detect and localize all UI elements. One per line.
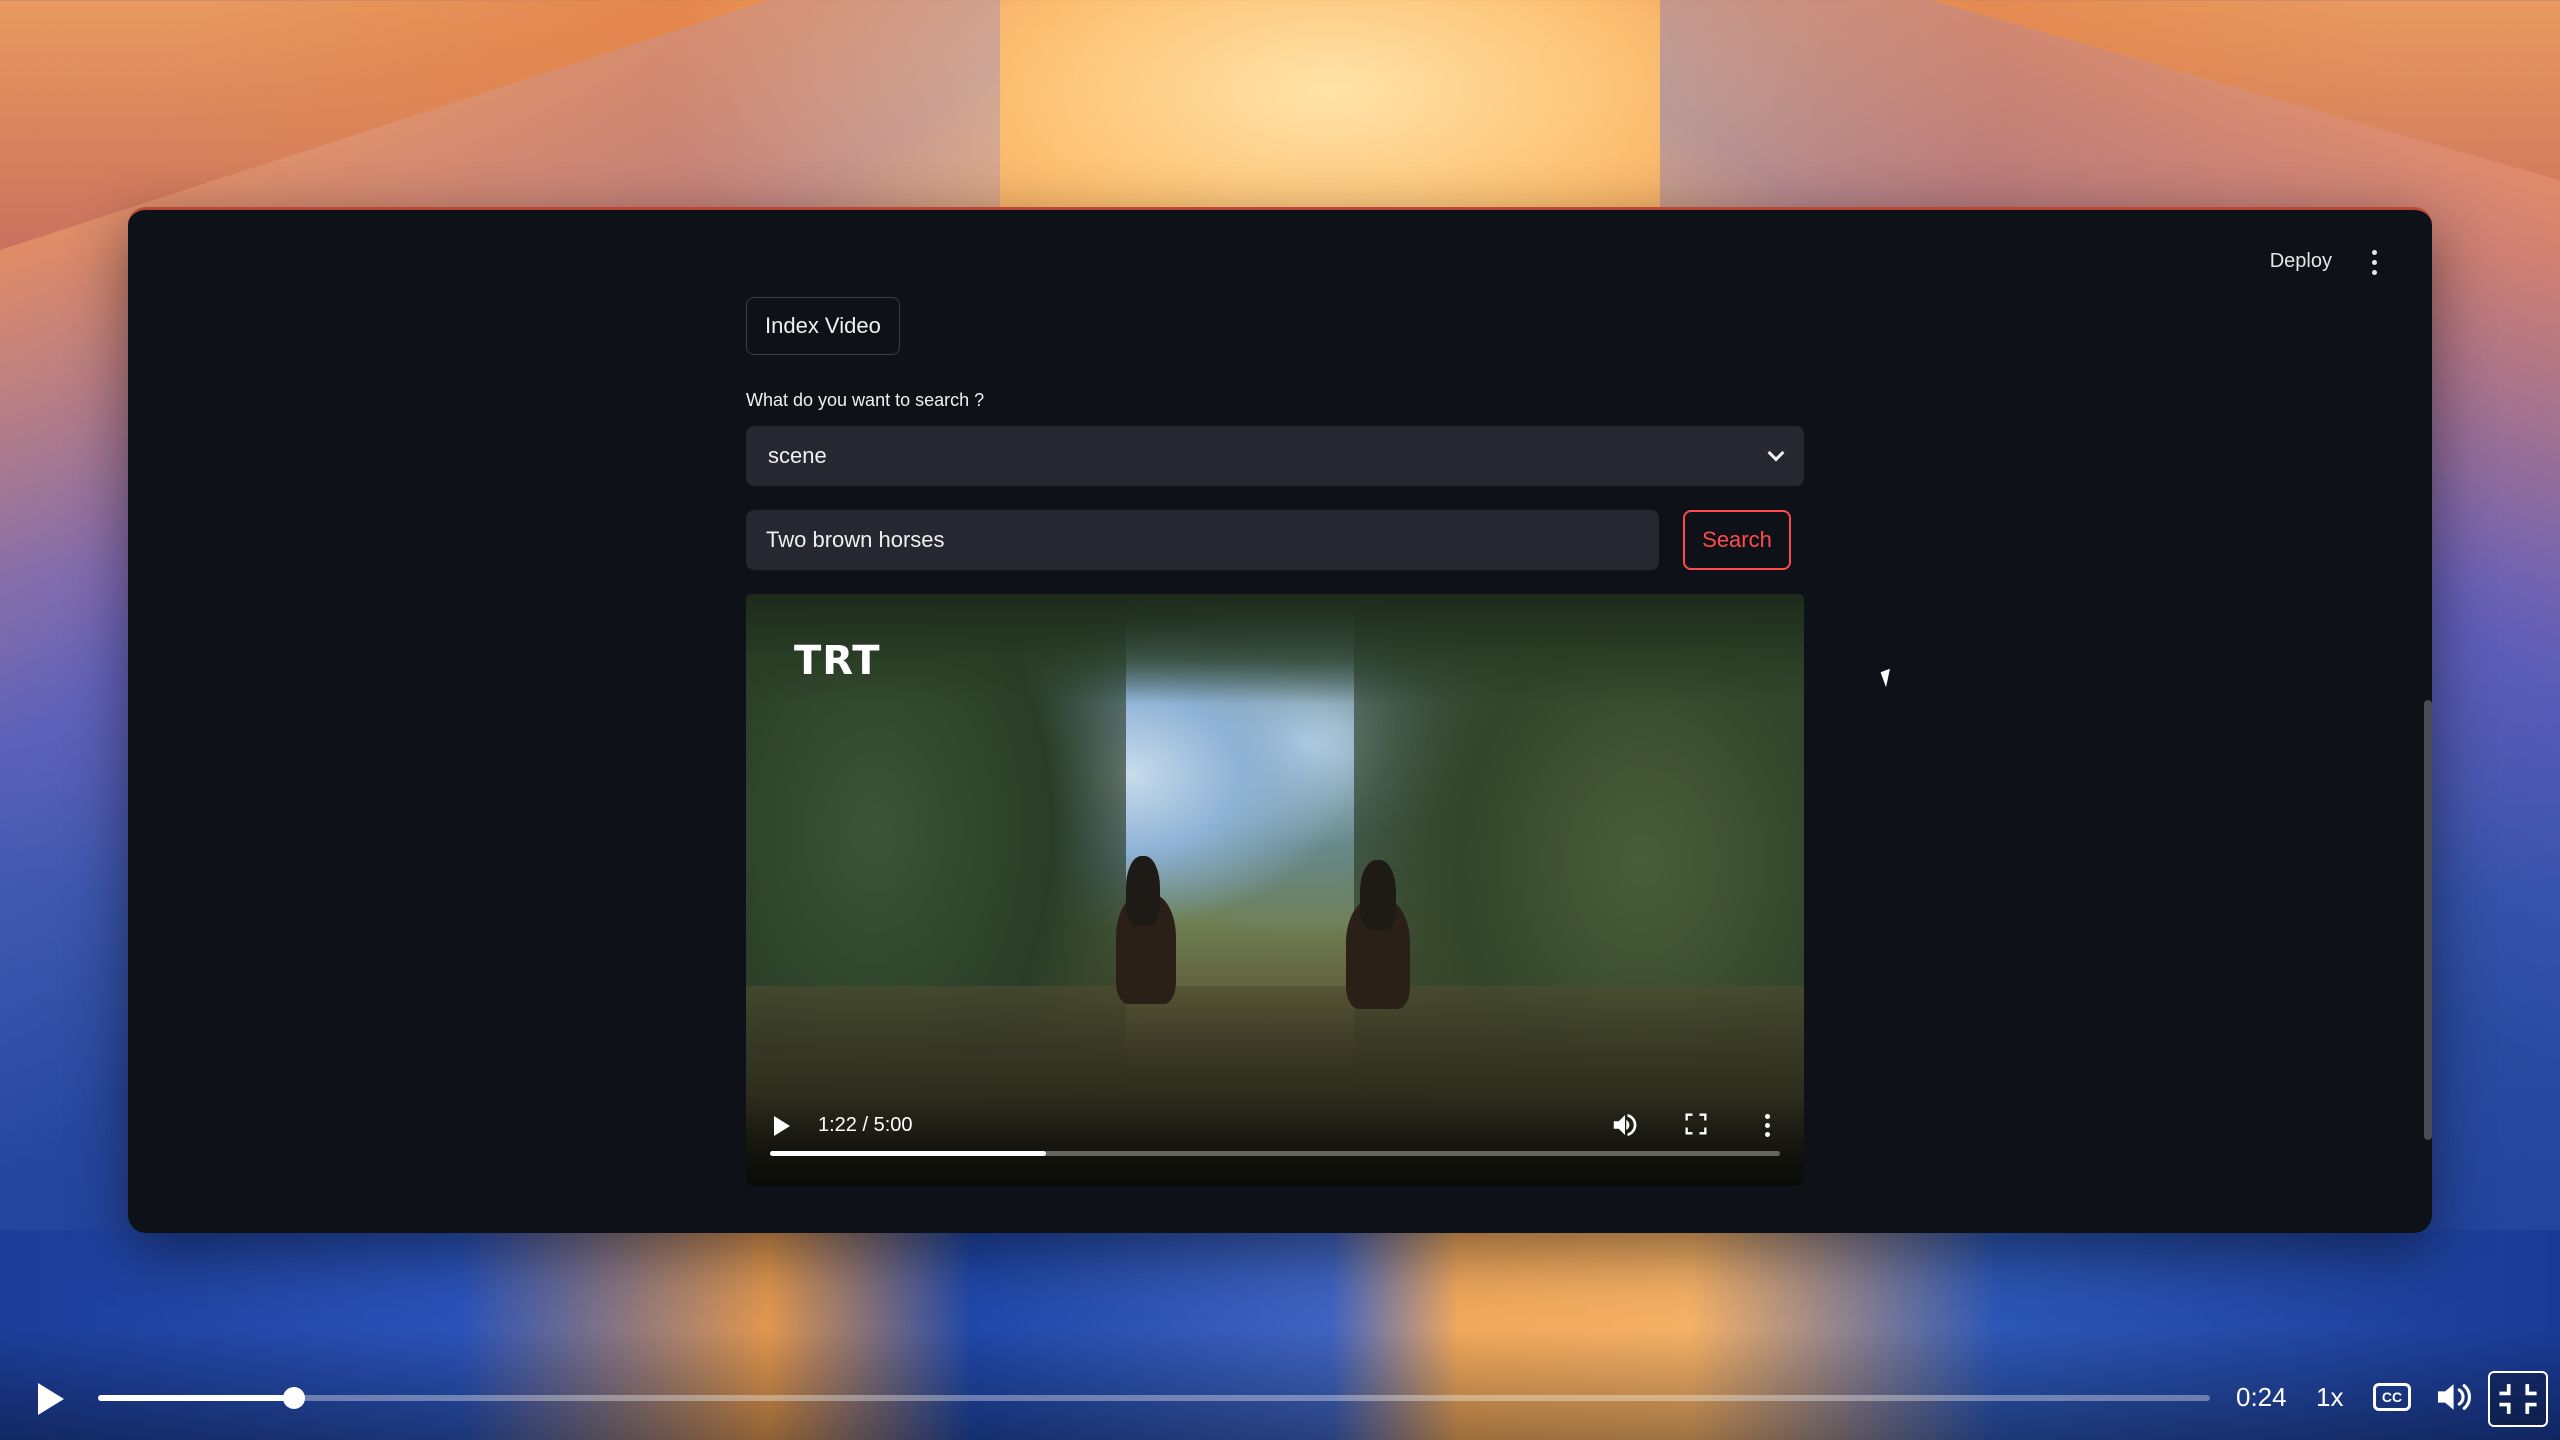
- video-progress-track[interactable]: [770, 1151, 1780, 1156]
- trt-watermark: TRT: [794, 638, 881, 684]
- select-value: scene: [768, 443, 827, 468]
- fullscreen-icon[interactable]: [1682, 1110, 1710, 1138]
- index-video-button[interactable]: Index Video: [746, 297, 900, 355]
- recording-time: 0:24: [2236, 1382, 2287, 1412]
- play-icon[interactable]: [38, 1383, 64, 1415]
- kebab-menu-icon[interactable]: [2362, 244, 2386, 280]
- search-button[interactable]: Search: [1683, 510, 1791, 570]
- search-type-label: What do you want to search ?: [746, 390, 985, 410]
- playback-speed-button[interactable]: 1x: [2316, 1382, 2343, 1413]
- video-time: 1:22 / 5:00: [818, 1114, 913, 1136]
- rider-right: [1360, 860, 1396, 930]
- volume-icon[interactable]: [2434, 1380, 2476, 1414]
- closed-captions-icon[interactable]: CC: [2373, 1383, 2411, 1411]
- video-scene-canopy: [746, 594, 1804, 704]
- query-input[interactable]: [746, 510, 1659, 570]
- volume-icon[interactable]: [1610, 1110, 1640, 1140]
- recording-progress-track[interactable]: [98, 1387, 2210, 1409]
- video-player[interactable]: TRT 1:22 / 5:00: [746, 594, 1804, 1186]
- app-scrollbar[interactable]: [2424, 700, 2432, 1140]
- exit-fullscreen-icon[interactable]: [2488, 1371, 2548, 1427]
- video-progress-fill: [770, 1151, 1046, 1156]
- video-controls: 1:22 / 5:00: [746, 1094, 1804, 1186]
- search-type-select[interactable]: scene: [746, 426, 1804, 486]
- rider-left: [1126, 856, 1160, 926]
- app-window: Deploy Index Video What do you want to s…: [128, 207, 2432, 1233]
- recording-progress-fill: [98, 1395, 295, 1401]
- recording-player-shade: [0, 1330, 2560, 1440]
- more-vert-icon[interactable]: [1762, 1110, 1772, 1140]
- chevron-down-icon: [1767, 444, 1785, 462]
- play-icon[interactable]: [774, 1116, 790, 1136]
- deploy-button[interactable]: Deploy: [2270, 250, 2332, 273]
